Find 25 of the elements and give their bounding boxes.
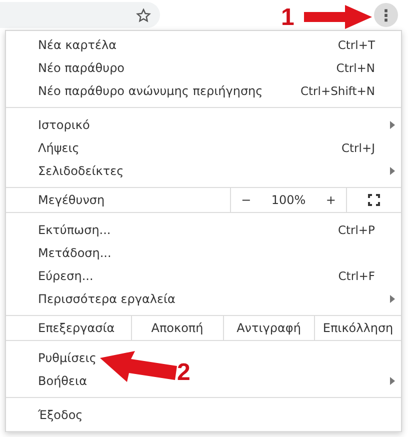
menu-item[interactable]: Νέο παράθυρο ανώνυμης περιήγησης: [38, 84, 301, 98]
menu-item[interactable]: Ιστορικό: [38, 118, 388, 132]
menu-item[interactable]: Εκτύπωση...: [38, 222, 338, 236]
step-number: 1: [281, 4, 294, 32]
menu-item[interactable]: Περισσότερα εργαλεία: [38, 292, 388, 306]
menu-item[interactable]: Σελιδοδείκτες: [38, 164, 388, 178]
menu-item[interactable]: Μετάδοση...: [38, 246, 388, 260]
zoom-in-button[interactable]: +: [320, 193, 342, 207]
arrow-drawing: [304, 5, 372, 29]
menu-item[interactable]: Λήψεις: [38, 140, 342, 154]
menu-button[interactable]: ⋮: [374, 3, 398, 27]
menu-item[interactable]: Εύρεση...: [38, 268, 338, 282]
shortcut-label: Ctrl+J: [342, 140, 375, 154]
menu-item[interactable]: Νέα καρτέλα: [38, 38, 338, 52]
menu-item[interactable]: Έξοδος: [38, 408, 388, 422]
zoom-level: 100%: [270, 193, 307, 207]
shortcut-label: Ctrl+N: [336, 60, 375, 74]
shortcut-label: Ctrl+T: [338, 38, 375, 52]
zoom-out-button[interactable]: −: [235, 193, 258, 207]
menu-item[interactable]: Νέο παράθυρο: [38, 60, 336, 74]
star-icon[interactable]: [136, 8, 151, 22]
shortcut-label: Ctrl+F: [338, 268, 375, 282]
fullscreen-icon[interactable]: [368, 194, 380, 206]
shortcut-label: Ctrl+P: [338, 222, 375, 236]
shortcut-label: Ctrl+Shift+N: [300, 84, 375, 98]
